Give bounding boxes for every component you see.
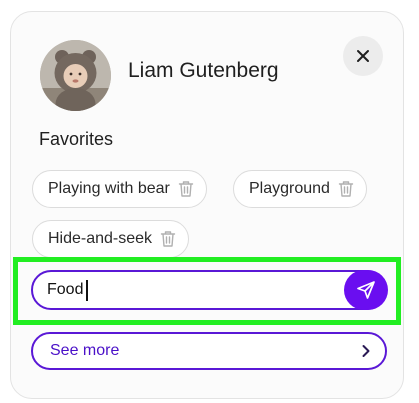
favorite-input[interactable]	[47, 272, 337, 308]
trash-icon[interactable]	[338, 180, 354, 198]
see-more-button[interactable]: See more	[31, 332, 387, 370]
favorite-chip-label: Playground	[249, 180, 330, 197]
close-button[interactable]	[343, 36, 383, 76]
favorite-chip-label: Playing with bear	[48, 180, 170, 197]
avatar-photo	[40, 40, 111, 111]
avatar	[40, 40, 111, 111]
profile-name: Liam Gutenberg	[128, 59, 279, 82]
favorites-title: Favorites	[39, 129, 114, 149]
text-caret	[86, 280, 88, 301]
favorite-input-wrapper[interactable]	[31, 270, 387, 310]
profile-card: Liam Gutenberg Favorites Playing with be…	[10, 11, 404, 399]
favorite-chip[interactable]: Playground	[233, 170, 367, 208]
send-icon	[357, 281, 375, 299]
trash-icon[interactable]	[178, 180, 194, 198]
trash-icon[interactable]	[160, 230, 176, 248]
favorite-chip[interactable]: Playing with bear	[32, 170, 207, 208]
favorite-chip-label: Hide-and-seek	[48, 230, 153, 247]
send-button[interactable]	[344, 270, 388, 310]
see-more-label: See more	[50, 342, 120, 359]
chevron-right-icon	[362, 345, 370, 357]
favorite-chip[interactable]: Hide-and-seek	[32, 220, 190, 258]
close-icon	[357, 50, 369, 62]
